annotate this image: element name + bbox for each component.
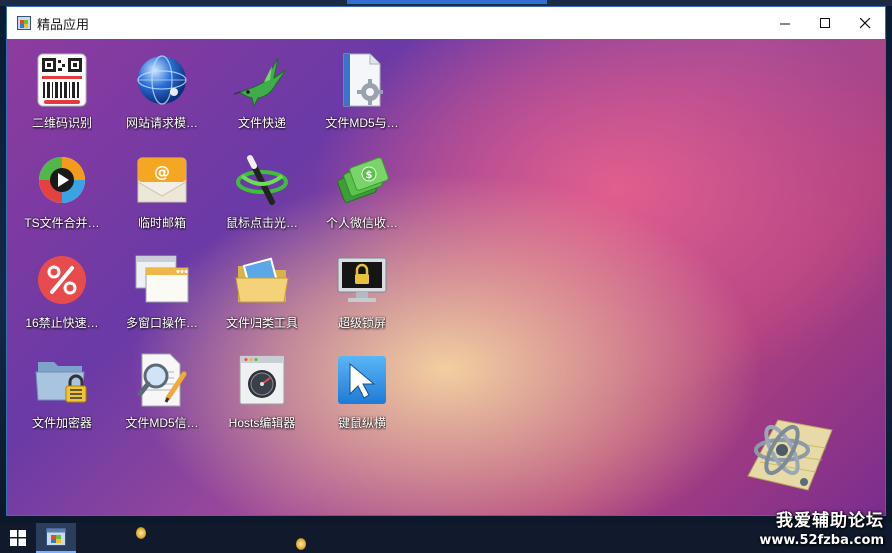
app-file-md5[interactable]: 文件MD5与… — [312, 52, 412, 142]
minimize-button[interactable] — [765, 7, 805, 39]
app-label: Hosts编辑器 — [228, 416, 296, 430]
svg-text:$: $ — [366, 170, 373, 181]
email-envelope-icon: @ — [134, 152, 190, 208]
app-file-express[interactable]: 文件快递 — [212, 52, 312, 142]
app-wechat-collect[interactable]: $ 个人微信收… — [312, 152, 412, 242]
app-label: 多窗口操作… — [125, 316, 198, 330]
file-gear-icon — [334, 52, 390, 108]
minimize-icon — [779, 23, 790, 24]
app-file-classify[interactable]: 文件归类工具 — [212, 252, 312, 342]
app-ts-merge[interactable]: TS文件合并… — [12, 152, 112, 242]
money-icon: $ — [334, 152, 390, 208]
maximize-button[interactable] — [805, 7, 845, 39]
multi-window-icon — [134, 252, 190, 308]
window-app-icon — [17, 16, 31, 30]
close-icon — [859, 17, 870, 28]
app-label: 键鼠纵横 — [337, 416, 386, 430]
app-mouse-click-effect[interactable]: 鼠标点击光… — [212, 152, 312, 242]
file-search-icon — [134, 352, 190, 408]
app-label: 二维码识别 — [31, 116, 92, 130]
maximize-icon — [819, 17, 830, 28]
app-label: 超级锁屏 — [337, 316, 386, 330]
watermark-url: www.52fzba.com — [759, 533, 884, 548]
title-bar[interactable]: 精品应用 — [7, 7, 885, 39]
app-label: 鼠标点击光… — [225, 216, 298, 230]
app-temp-mail[interactable]: @ 临时邮箱 — [112, 152, 212, 242]
app-multi-window[interactable]: 多窗口操作… — [112, 252, 212, 342]
percent-icon — [34, 252, 90, 308]
app-label: 文件MD5与… — [325, 116, 399, 130]
app-16-disable[interactable]: 16禁止快速… — [12, 252, 112, 342]
qrcode-icon — [34, 52, 90, 108]
taskbar-app-button[interactable] — [36, 523, 76, 553]
light-decoration — [296, 538, 306, 550]
app-label: 文件归类工具 — [225, 316, 298, 330]
atom-decoration-icon — [738, 412, 834, 494]
app-label: 网站请求模… — [125, 116, 198, 130]
folder-icon — [234, 252, 290, 308]
app-label: 16禁止快速… — [25, 316, 99, 330]
app-super-lock[interactable]: 超级锁屏 — [312, 252, 412, 342]
watermark-title: 我爱辅助论坛 — [776, 511, 884, 531]
app-label: 文件加密器 — [31, 416, 92, 430]
windows-logo-icon — [10, 530, 26, 546]
app-label: 个人微信收… — [325, 216, 398, 230]
app-label: 临时邮箱 — [137, 216, 186, 230]
magic-wand-icon — [234, 152, 290, 208]
app-label: TS文件合并… — [24, 216, 100, 230]
start-button[interactable] — [0, 523, 36, 553]
globe-icon — [134, 52, 190, 108]
watermark: 我爱辅助论坛 www.52fzba.com — [759, 506, 884, 548]
app-file-md5-info[interactable]: 文件MD5信… — [112, 352, 212, 442]
media-player-icon — [34, 152, 90, 208]
desktop-accent — [347, 0, 547, 4]
taskbar-app-icon — [46, 528, 66, 546]
hosts-gauge-icon — [234, 352, 290, 408]
app-file-encryptor[interactable]: 文件加密器 — [12, 352, 112, 442]
app-label: 文件MD5信… — [125, 416, 199, 430]
close-button[interactable] — [845, 7, 885, 39]
app-label: 文件快递 — [237, 116, 286, 130]
light-decoration — [136, 527, 146, 539]
hummingbird-icon — [234, 52, 290, 108]
window-controls — [765, 7, 885, 39]
cursor-arrow-icon — [334, 352, 390, 408]
app-website-request[interactable]: 网站请求模… — [112, 52, 212, 142]
app-keyboard-mouse[interactable]: 键鼠纵横 — [312, 352, 412, 442]
lock-screen-icon — [334, 252, 390, 308]
locked-folder-icon — [34, 352, 90, 408]
svg-text:@: @ — [154, 162, 170, 181]
app-hosts-editor[interactable]: Hosts编辑器 — [212, 352, 312, 442]
app-qrcode-recognition[interactable]: 二维码识别 — [12, 52, 112, 142]
window-title: 精品应用 — [37, 16, 90, 32]
